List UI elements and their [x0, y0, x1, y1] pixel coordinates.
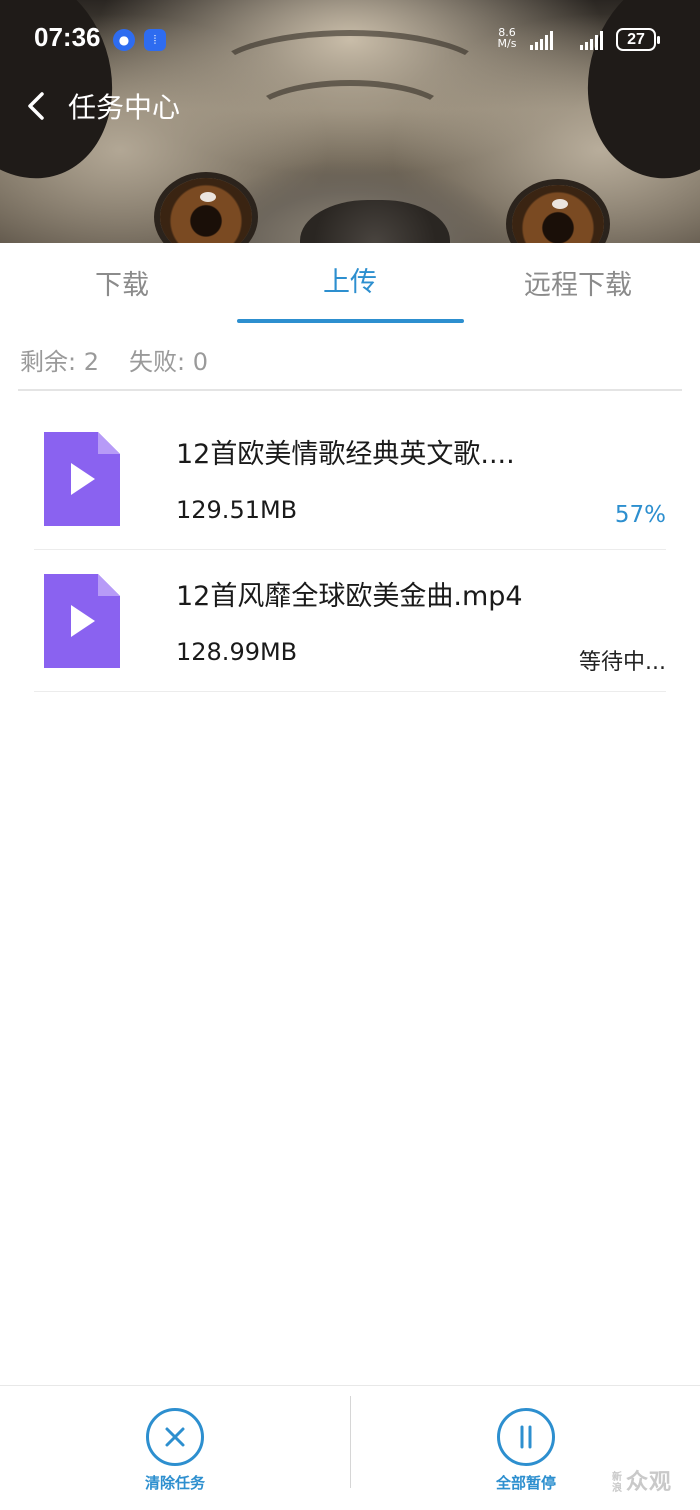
bottom-action-bar: 清除任务 全部暂停 — [0, 1385, 700, 1510]
status-bar: 07:36 ● ⦙ 8.6 M/s 27 — [0, 0, 700, 80]
upload-status: 等待中... — [579, 650, 666, 675]
chevron-left-icon — [28, 92, 44, 120]
header-banner: 07:36 ● ⦙ 8.6 M/s 27 任务中心 — [0, 0, 700, 243]
tab-download[interactable]: 下载 — [8, 263, 236, 302]
divider — [34, 691, 666, 692]
pause-all-button[interactable]: 全部暂停 — [466, 1408, 586, 1493]
failed-count: 失败: 0 — [128, 348, 208, 376]
battery-icon: 27 — [616, 28, 660, 51]
dog-wrinkle — [250, 80, 450, 150]
video-file-icon — [44, 432, 120, 526]
signal-icon — [530, 30, 553, 50]
close-icon — [165, 1427, 185, 1447]
divider — [350, 1396, 351, 1488]
network-speed: 8.6 M/s — [497, 26, 517, 50]
back-button[interactable] — [22, 86, 52, 126]
dog-eye-left — [160, 178, 252, 243]
clear-tasks-label: 清除任务 — [144, 1474, 205, 1492]
pause-icon — [520, 1425, 532, 1449]
voice-recorder-icon: ⦙ — [144, 29, 166, 51]
video-file-icon — [44, 574, 120, 668]
file-name: 12首风靡全球欧美金曲.mp4 — [176, 581, 523, 612]
tab-remote-download[interactable]: 远程下载 — [464, 263, 692, 302]
dog-eye-right — [512, 185, 604, 243]
dog-nose — [300, 200, 450, 243]
clear-tasks-button[interactable]: 清除任务 — [115, 1408, 235, 1493]
divider — [18, 389, 682, 391]
pause-all-label: 全部暂停 — [495, 1474, 556, 1492]
file-name: 12首欧美情歌经典英文歌.... — [176, 439, 515, 470]
file-size: 128.99MB — [176, 638, 298, 666]
tab-bar: 下载 上传 远程下载 — [0, 243, 700, 325]
task-summary: 剩余: 2 失败: 0 — [20, 342, 238, 377]
tab-upload[interactable]: 上传 — [236, 260, 464, 299]
tab-active-indicator — [237, 319, 464, 323]
status-time: 07:36 — [34, 22, 101, 52]
remaining-count: 剩余: 2 — [20, 348, 99, 376]
file-size: 129.51MB — [176, 496, 298, 524]
page-title: 任务中心 — [68, 91, 181, 124]
notification-app-icon: ● — [113, 29, 135, 51]
list-item[interactable]: 12首风靡全球欧美金曲.mp4 128.99MB 等待中... — [34, 550, 666, 692]
signal-icon — [580, 30, 603, 50]
watermark: 新浪 众观 — [612, 1470, 673, 1495]
upload-progress: 57% — [614, 502, 666, 528]
list-item[interactable]: 12首欧美情歌经典英文歌.... 129.51MB 57% — [34, 408, 666, 550]
